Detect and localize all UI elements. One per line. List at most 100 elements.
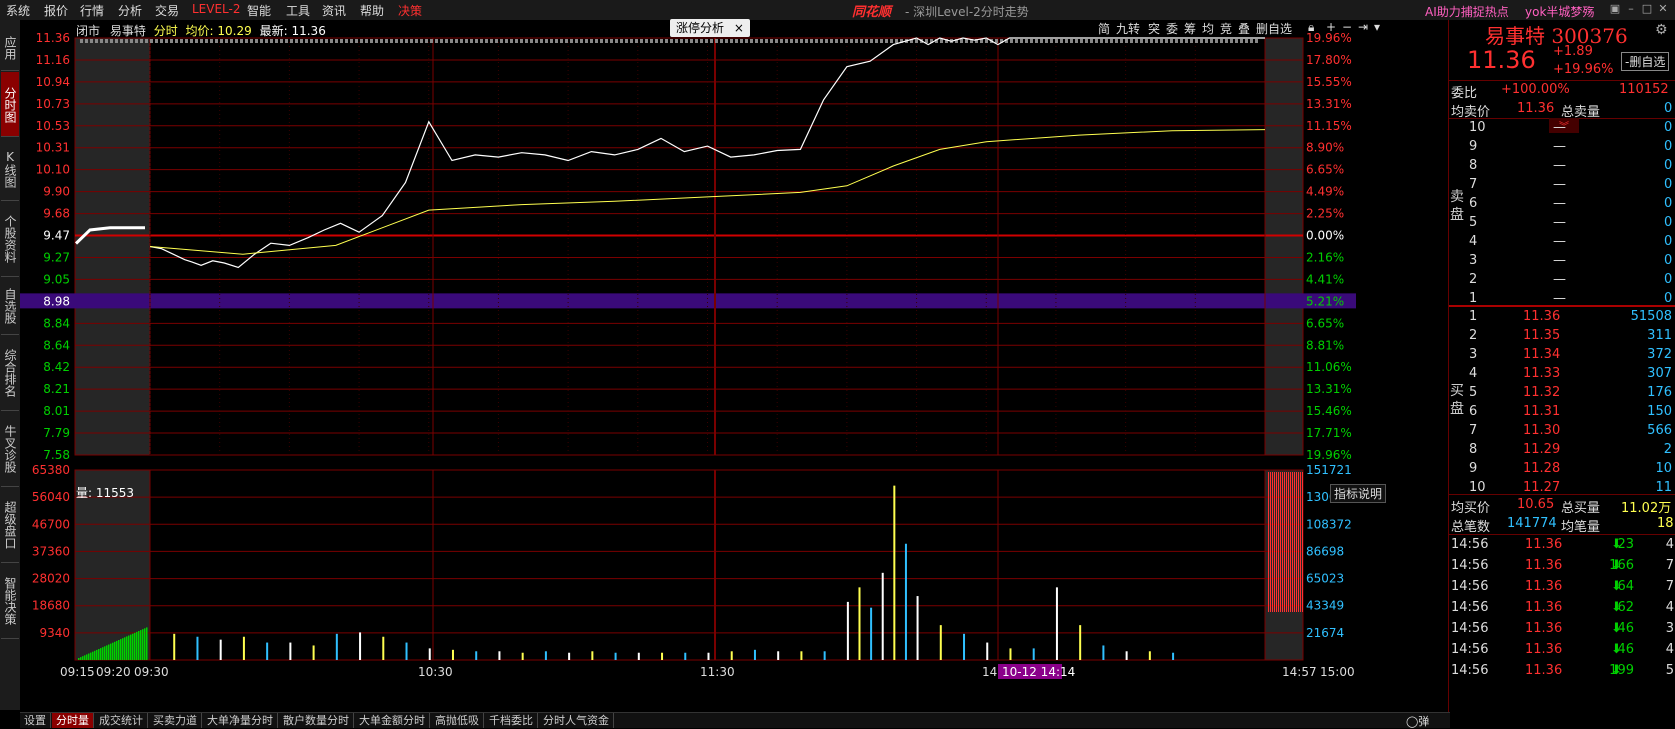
menu-level2[interactable]: LEVEL-2: [192, 2, 241, 16]
price-tick-label: 10.73: [36, 97, 70, 111]
intraday-chart[interactable]: 11.36 19.96% 11.16 17.80% 10.94 15.55% 10.73 13…: [20, 20, 1448, 712]
volume-bar: [637, 652, 640, 660]
panel-toggle-icon[interactable]: ⇥: [1358, 20, 1368, 34]
sell-level-row[interactable]: 2 — 0: [1449, 270, 1675, 290]
bottom-tab[interactable]: 散户数量分时: [279, 713, 354, 728]
sell-level-row[interactable]: 5 — 0: [1449, 213, 1675, 233]
price-tick-label: 8.21: [43, 382, 70, 396]
zoom-in-icon[interactable]: +: [1326, 20, 1336, 34]
volume-tick-left: 56040: [32, 490, 70, 504]
limit-up-analysis-tag[interactable]: 涨停分析 ×: [670, 19, 750, 37]
remove-watchlist-button[interactable]: -删自选: [1621, 52, 1670, 71]
zoom-out-icon[interactable]: −: [1342, 20, 1352, 34]
buy-level-row[interactable]: 8 11.29 2: [1449, 440, 1675, 460]
closing-volume-bar: [1280, 472, 1281, 612]
toolbar-remove-watch[interactable]: 删自选: [1256, 20, 1292, 37]
lock-icon[interactable]: 🔒︎: [1308, 20, 1314, 35]
close-icon[interactable]: ✕: [1656, 2, 1670, 16]
postmarket-shade: [1265, 38, 1303, 455]
menu-trade[interactable]: 交易: [155, 2, 179, 19]
sidebar-tab-smart-decision[interactable]: 智能决策: [1, 562, 19, 639]
sell-level-row[interactable]: 3 — 0: [1449, 251, 1675, 271]
limit-tag-close-icon[interactable]: ×: [734, 21, 744, 35]
menu-system[interactable]: 系统: [6, 2, 30, 19]
level: 8: [1469, 158, 1478, 173]
toolbar-nine-turn[interactable]: 九转: [1116, 20, 1140, 37]
bottom-tab[interactable]: 分时人气资金: [539, 713, 614, 728]
sidebar-tab-ranking[interactable]: 综合排名: [1, 334, 19, 411]
bottom-tab[interactable]: 大单净量分时: [203, 713, 278, 728]
bottom-tab[interactable]: 大单金额分时: [355, 713, 430, 728]
bottom-tab[interactable]: 成交统计: [95, 713, 148, 728]
volume-bar: [730, 651, 733, 660]
bottom-tab[interactable]: 买卖力道: [149, 713, 202, 728]
buy-level-row[interactable]: 6 11.31 150: [1449, 402, 1675, 422]
bottom-tab[interactable]: 千档委比: [485, 713, 538, 728]
pct-tick-label: 17.71%: [1306, 426, 1352, 440]
sell-level-row[interactable]: 6 — 0: [1449, 194, 1675, 214]
auction-volume-bar: [88, 653, 90, 660]
menu-quotes[interactable]: 报价: [44, 2, 68, 19]
buy-level-row[interactable]: 3 11.34 372: [1449, 345, 1675, 365]
menu-news[interactable]: 资讯: [322, 2, 346, 19]
sell-level-row[interactable]: 4 — 0: [1449, 232, 1675, 252]
toolbar-simple[interactable]: 简: [1098, 20, 1110, 37]
buy-level-row[interactable]: 1 11.36 51508: [1449, 307, 1675, 327]
menu-help[interactable]: 帮助: [360, 2, 384, 19]
sidebar-tab-super-quote[interactable]: 超级盘口: [1, 486, 19, 563]
sell-level-row[interactable]: 7 — 0: [1449, 175, 1675, 195]
sell-level-row[interactable]: 10 — 0: [1449, 118, 1675, 138]
sidebar-tab-profile[interactable]: 个股资料: [1, 200, 19, 277]
menu-analysis[interactable]: 分析: [118, 2, 142, 19]
total-sell-value: 0: [1664, 101, 1673, 116]
toolbar-overlay[interactable]: 叠: [1238, 20, 1250, 37]
bottom-tab[interactable]: 高抛低吸: [431, 713, 484, 728]
auction-volume-bar: [118, 640, 120, 660]
tick-row: 14:56 11.36 64 ⬇ 7: [1449, 577, 1675, 597]
volume-bar: [986, 642, 989, 660]
weibi-value: +100.00%: [1501, 82, 1570, 97]
pct-tick-label: 4.49%: [1306, 185, 1344, 199]
bottom-tab[interactable]: 分时量: [52, 713, 94, 728]
maximize-icon[interactable]: □: [1640, 2, 1654, 16]
menu-tools[interactable]: 工具: [286, 2, 310, 19]
buy-level-row[interactable]: 9 11.28 10: [1449, 459, 1675, 479]
settings-icon[interactable]: ⚙: [1655, 22, 1668, 38]
volume-bar: [870, 607, 873, 660]
volume-bar: [242, 636, 245, 660]
volume: 0: [1664, 253, 1673, 268]
level: 10: [1469, 120, 1486, 135]
volume-tick-right: 43349: [1306, 599, 1344, 613]
volume-bar: [881, 572, 884, 660]
menu-decision[interactable]: 决策: [398, 2, 422, 19]
user-name[interactable]: yok半城梦殇: [1525, 3, 1594, 20]
toolbar-chips[interactable]: 筹: [1184, 20, 1196, 37]
buy-level-row[interactable]: 7 11.30 566: [1449, 421, 1675, 441]
toolbar-breakout[interactable]: 突: [1148, 20, 1160, 37]
volume: 0: [1664, 272, 1673, 287]
ai-hotspot-link[interactable]: AI助力捕捉热点: [1425, 3, 1509, 20]
skin-icon[interactable]: ▣: [1608, 2, 1622, 16]
sidebar-tab-watchlist[interactable]: 自选股: [1, 276, 19, 335]
toolbar-auction[interactable]: 竞: [1220, 20, 1232, 37]
stock-info-bar: 闭市 易事特 分时 均价: 10.29 最新: 11.36: [76, 22, 326, 39]
menu-market[interactable]: 行情: [80, 2, 104, 19]
price: —: [1553, 291, 1566, 306]
bottom-tab[interactable]: 设置: [20, 713, 51, 728]
indicator-help-button[interactable]: 指标说明: [1330, 484, 1387, 503]
buy-level-row[interactable]: 2 11.35 311: [1449, 326, 1675, 346]
buy-level-row[interactable]: 5 11.32 176: [1449, 383, 1675, 403]
buy-level-row[interactable]: 4 11.33 307: [1449, 364, 1675, 384]
toolbar-avg[interactable]: 均: [1202, 20, 1214, 37]
sell-level-row[interactable]: 8 — 0: [1449, 156, 1675, 176]
sidebar-tab-intraday[interactable]: 分时图: [1, 72, 19, 137]
pct-tick-label: 6.65%: [1306, 163, 1344, 177]
dropdown-icon[interactable]: ▾: [1374, 20, 1380, 34]
toolbar-order[interactable]: 委: [1166, 20, 1178, 37]
sell-level-row[interactable]: 9 — 0: [1449, 137, 1675, 157]
sidebar-tab-apps[interactable]: 应用: [1, 24, 19, 71]
sidebar-tab-diagnosis[interactable]: 牛叉诊股: [1, 410, 19, 487]
sidebar-tab-kline[interactable]: K线图: [1, 136, 19, 201]
menu-smart[interactable]: 智能: [247, 2, 271, 19]
minimize-icon[interactable]: –: [1624, 2, 1638, 16]
